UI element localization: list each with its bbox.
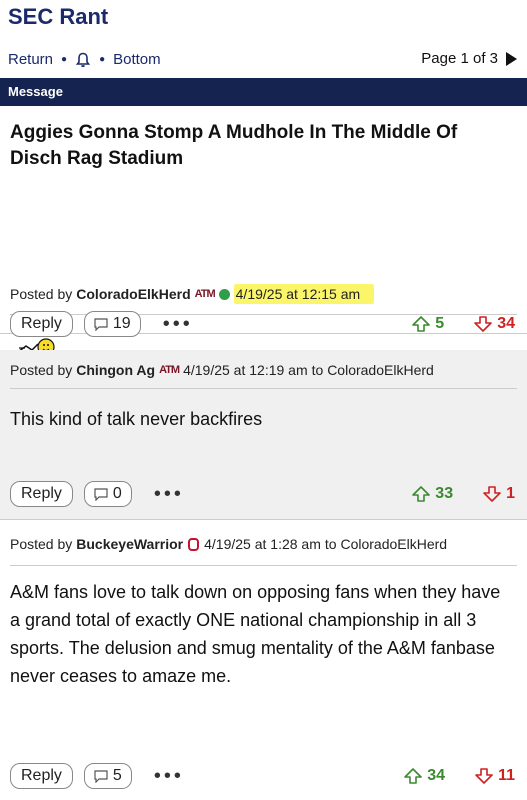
post-meta: Posted by ColoradoElkHerd ATM 4/19/25 at… xyxy=(10,284,375,304)
upvote-button[interactable]: 5 xyxy=(412,315,444,333)
upvote-icon xyxy=(412,486,431,502)
reply-to-link[interactable]: to ColoradoElkHerd xyxy=(325,536,447,552)
username-link[interactable]: Chingon Ag xyxy=(76,362,155,378)
reply-button[interactable]: Reply xyxy=(10,311,73,337)
reply-button[interactable]: Reply xyxy=(10,763,73,789)
team-logo-icon: ATM xyxy=(194,288,216,300)
comment-icon xyxy=(94,487,108,501)
downvote-icon xyxy=(483,486,501,502)
nav-separator: ● xyxy=(61,54,68,65)
vote-controls: 33 1 xyxy=(412,485,515,503)
reply-to-link[interactable]: to ColoradoElkHerd xyxy=(312,362,434,378)
upvote-icon xyxy=(412,316,431,332)
downvote-button[interactable]: 11 xyxy=(475,767,515,785)
post-actions: Reply 5 ••• 34 11 xyxy=(10,762,515,790)
post-timestamp: 4/19/25 at 1:28 am xyxy=(204,536,321,552)
post-timestamp: 4/19/25 at 12:19 am xyxy=(183,362,308,378)
username-link[interactable]: ColoradoElkHerd xyxy=(76,286,190,302)
downvote-count: 34 xyxy=(497,315,515,332)
divider xyxy=(10,388,517,389)
posted-by-label: Posted by xyxy=(10,362,73,378)
site-header: SEC Rant xyxy=(0,0,527,40)
more-options-icon[interactable]: ••• xyxy=(154,765,184,788)
comment-count: 5 xyxy=(112,767,122,784)
post-timestamp: 4/19/25 at 12:15 am xyxy=(233,284,375,304)
reply-button[interactable]: Reply xyxy=(10,481,73,507)
upvote-button[interactable]: 33 xyxy=(412,485,453,503)
bell-icon[interactable] xyxy=(75,52,91,68)
more-options-icon[interactable]: ••• xyxy=(163,313,193,336)
site-title[interactable]: SEC Rant xyxy=(8,4,108,30)
nav-left: Return ● ● Bottom xyxy=(8,51,161,68)
nav-bar: Return ● ● Bottom Page 1 of 3 xyxy=(0,40,527,78)
reply-post: Posted by BuckeyeWarrior 4/19/25 at 1:28… xyxy=(0,520,527,800)
bottom-link[interactable]: Bottom xyxy=(113,51,161,68)
post-meta: Posted by Chingon Ag ATM 4/19/25 at 12:1… xyxy=(10,362,434,378)
reply-post: Posted by Chingon Ag ATM 4/19/25 at 12:1… xyxy=(0,350,527,520)
upvote-count: 33 xyxy=(435,485,454,502)
username-link[interactable]: BuckeyeWarrior xyxy=(76,536,183,552)
team-logo-icon: ATM xyxy=(159,364,180,376)
post-body: This kind of talk never backfires xyxy=(10,409,263,429)
return-link[interactable]: Return xyxy=(8,51,53,68)
downvote-button[interactable]: 34 xyxy=(474,315,515,333)
nav-separator: ● xyxy=(99,54,106,65)
post-actions: Reply 19 ••• 5 34 xyxy=(10,310,515,338)
downvote-button[interactable]: 1 xyxy=(483,485,515,503)
thread-title: Aggies Gonna Stomp A Mudhole In The Midd… xyxy=(10,122,458,169)
pagination: Page 1 of 3 xyxy=(421,50,517,67)
upvote-count: 34 xyxy=(427,767,446,784)
more-options-icon[interactable]: ••• xyxy=(154,483,184,506)
page-indicator: Page 1 of 3 xyxy=(421,50,498,67)
team-logo-icon xyxy=(188,537,200,551)
downvote-count: 11 xyxy=(498,767,515,784)
downvote-icon xyxy=(474,316,493,332)
comments-button[interactable]: 19 xyxy=(83,311,141,337)
divider xyxy=(10,565,517,566)
posted-by-label: Posted by xyxy=(10,536,73,552)
post-actions: Reply 0 ••• 33 1 xyxy=(10,480,515,508)
comment-icon xyxy=(94,769,108,783)
vote-controls: 34 11 xyxy=(404,767,515,785)
comments-button[interactable]: 0 xyxy=(83,481,132,507)
comment-count: 19 xyxy=(112,315,131,332)
comments-button[interactable]: 5 xyxy=(83,763,132,789)
downvote-icon xyxy=(475,768,493,784)
upvote-icon xyxy=(404,768,423,784)
vote-controls: 5 34 xyxy=(412,315,515,333)
original-post: Aggies Gonna Stomp A Mudhole In The Midd… xyxy=(0,106,527,356)
upvote-count: 5 xyxy=(435,315,445,332)
comment-count: 0 xyxy=(112,485,122,502)
comment-icon xyxy=(94,317,108,331)
next-page-icon[interactable] xyxy=(506,51,517,66)
online-status-icon xyxy=(218,288,230,300)
downvote-count: 1 xyxy=(506,485,515,502)
posted-by-label: Posted by xyxy=(10,286,73,302)
upvote-button[interactable]: 34 xyxy=(404,767,445,785)
post-meta: Posted by BuckeyeWarrior 4/19/25 at 1:28… xyxy=(10,536,447,552)
post-actions xyxy=(10,188,515,216)
message-bar: Message xyxy=(0,78,527,106)
post-body: A&M fans love to talk down on opposing f… xyxy=(10,582,501,686)
